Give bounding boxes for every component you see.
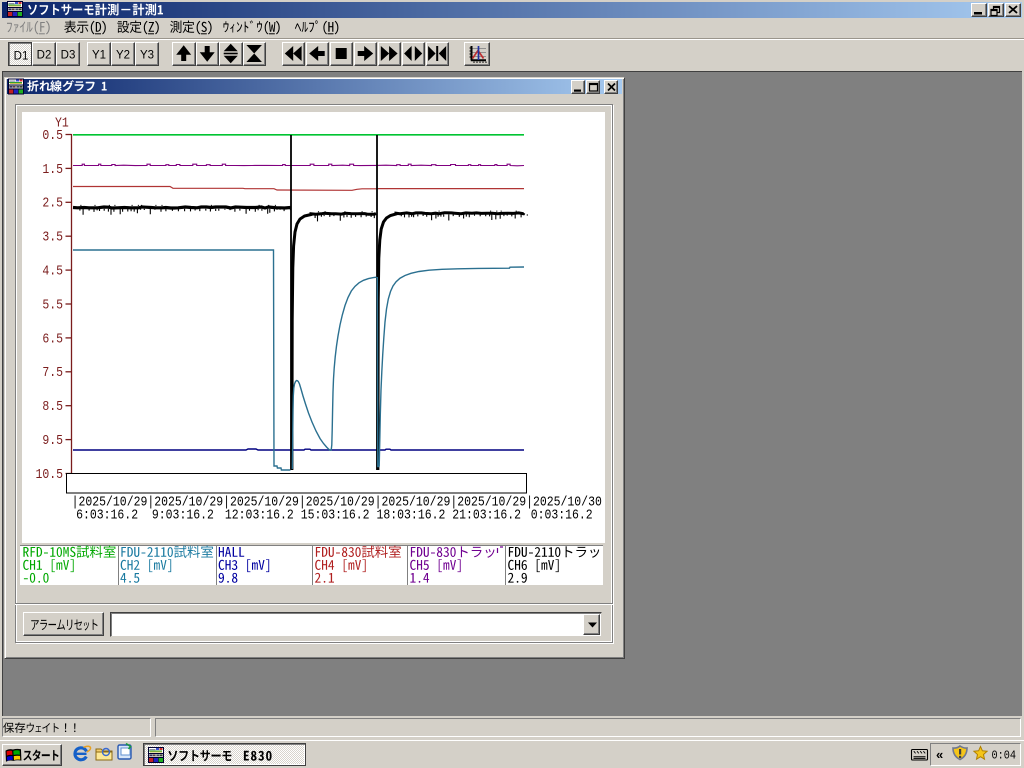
svg-text:9.5: 9.5 xyxy=(42,432,63,448)
svg-text:18:03:16.2: 18:03:16.2 xyxy=(377,506,446,522)
svg-text:Y2: Y2 xyxy=(116,50,130,62)
svg-text:Y1: Y1 xyxy=(92,50,106,62)
svg-text:3.5: 3.5 xyxy=(42,229,63,245)
svg-text:0:03:16.2: 0:03:16.2 xyxy=(531,506,593,522)
svg-text:6.5: 6.5 xyxy=(42,330,63,346)
svg-text:0.5: 0.5 xyxy=(42,127,63,143)
svg-text:D2: D2 xyxy=(37,50,52,62)
svg-text:Y3: Y3 xyxy=(140,50,154,62)
svg-text:D1: D1 xyxy=(14,51,29,63)
svg-text:12:03:16.2: 12:03:16.2 xyxy=(225,506,294,522)
svg-text:4.5: 4.5 xyxy=(42,262,63,278)
svg-text:7.5: 7.5 xyxy=(42,364,63,380)
svg-text:6:03:16.2: 6:03:16.2 xyxy=(76,506,138,522)
svg-text:21:03:16.2: 21:03:16.2 xyxy=(452,506,521,522)
svg-text:15:03:16.2: 15:03:16.2 xyxy=(301,506,370,522)
svg-text:D3: D3 xyxy=(61,50,76,62)
svg-text:8.5: 8.5 xyxy=(42,398,63,414)
svg-text:2.5: 2.5 xyxy=(42,195,63,211)
svg-text:5.5: 5.5 xyxy=(42,296,63,312)
svg-text:«: « xyxy=(936,747,943,762)
svg-text:0:04: 0:04 xyxy=(992,750,1017,763)
svg-text:10.5: 10.5 xyxy=(35,466,63,482)
svg-text:9:03:16.2: 9:03:16.2 xyxy=(152,506,214,522)
svg-text:1.5: 1.5 xyxy=(42,161,63,177)
